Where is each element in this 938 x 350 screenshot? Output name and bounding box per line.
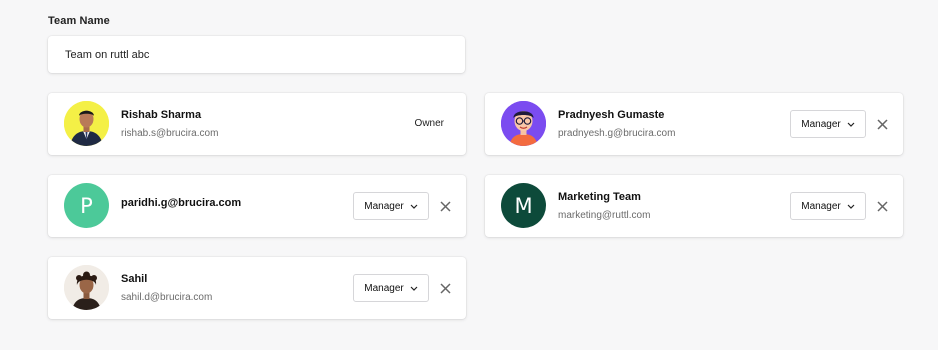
remove-member-button[interactable] (438, 199, 452, 213)
avatar-initial: P (80, 193, 93, 218)
owner-role-label: Owner (414, 118, 444, 129)
avatar-initial: M (514, 193, 533, 218)
chevron-down-icon (847, 204, 855, 209)
role-dropdown[interactable]: Manager (790, 192, 866, 220)
avatar (501, 101, 546, 146)
member-email: pradnyesh.g@brucira.com (558, 128, 676, 139)
close-icon (876, 200, 888, 212)
role-dropdown[interactable]: Manager (353, 192, 429, 220)
member-card-rishab: Rishab Sharma rishab.s@brucira.com Owner (48, 93, 466, 155)
member-name: Rishab Sharma (121, 109, 202, 121)
illustrated-avatar-icon (501, 101, 546, 146)
chevron-down-icon (847, 122, 855, 127)
member-card-paridhi: P paridhi.g@brucira.com Manager (48, 175, 466, 237)
role-dropdown[interactable]: Manager (353, 274, 429, 302)
role-dropdown-value: Manager (364, 200, 404, 212)
role-dropdown[interactable]: Manager (790, 110, 866, 138)
close-icon (439, 200, 451, 212)
chevron-down-icon (410, 286, 418, 291)
avatar (64, 265, 109, 310)
member-card-pradnyesh: Pradnyesh Gumaste pradnyesh.g@brucira.co… (485, 93, 903, 155)
avatar (64, 101, 109, 146)
member-email: rishab.s@brucira.com (121, 128, 219, 139)
member-card-marketing: M Marketing Team marketing@ruttl.com Man… (485, 175, 903, 237)
team-name-value[interactable]: Team on ruttl abc (65, 49, 149, 61)
user-photo-icon (64, 101, 109, 146)
role-dropdown-value: Manager (364, 282, 404, 294)
member-email: marketing@ruttl.com (558, 210, 651, 221)
team-name-label: Team Name (48, 15, 110, 27)
chevron-down-icon (410, 204, 418, 209)
remove-member-button[interactable] (438, 281, 452, 295)
member-card-sahil: Sahil sahil.d@brucira.com Manager (48, 257, 466, 319)
remove-member-button[interactable] (875, 117, 889, 131)
remove-member-button[interactable] (875, 199, 889, 213)
avatar: M (501, 183, 546, 228)
role-dropdown-value: Manager (801, 200, 841, 212)
close-icon (876, 118, 888, 130)
member-name: Marketing Team (558, 191, 641, 203)
member-email: sahil.d@brucira.com (121, 292, 213, 303)
user-photo-icon (64, 265, 109, 310)
member-name: Pradnyesh Gumaste (558, 109, 665, 121)
close-icon (439, 282, 451, 294)
avatar: P (64, 183, 109, 228)
member-name: Sahil (121, 273, 148, 285)
member-name: paridhi.g@brucira.com (121, 197, 242, 209)
team-name-input[interactable]: Team on ruttl abc (48, 36, 465, 73)
role-dropdown-value: Manager (801, 118, 841, 130)
team-settings-page: Team Name Team on ruttl abc Rishab Sharm… (0, 0, 938, 350)
